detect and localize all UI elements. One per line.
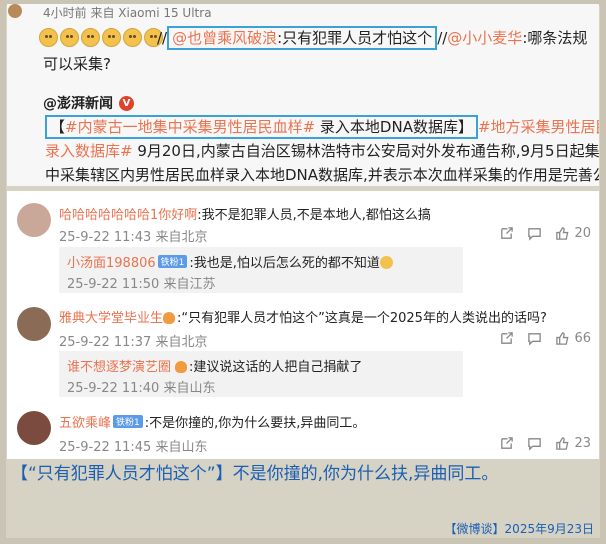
reply-box: 小汤面198806 铁粉1:我也是,怕以后怎么死的都不知道 25-9-22 11:… <box>59 247 463 293</box>
question-continuation: 可以采集? <box>43 55 111 73</box>
commenter-name[interactable]: 五欲乘峰 <box>59 416 111 431</box>
comment-icon[interactable] <box>526 226 542 241</box>
comment-time: 25-9-22 11:37 来自北京 <box>59 335 208 350</box>
like-button[interactable]: 66 <box>554 331 591 346</box>
repost-card: 4小时前 来自 Xiaomi 15 Ultra //@也曾乘风破浪:只有犯罪人员… <box>7 4 599 186</box>
repost-comment: //@也曾乘风破浪:只有犯罪人员才怕这个//@小小麦华:哪条法规 <box>157 26 588 50</box>
reply-body: 谁不想逐梦演艺圈 :建议说这话的人把自己捐献了 <box>67 356 362 375</box>
topic-link[interactable]: #内蒙古一地集中采集男性居民血样# <box>65 118 315 136</box>
like-icon <box>554 226 570 241</box>
reply-text: :建议说这话的人把自己捐献了 <box>189 360 363 375</box>
mention-link[interactable]: @也曾乘风破浪 <box>172 29 277 47</box>
commenter-name[interactable]: 雅典大学堂毕业生 <box>59 311 163 326</box>
like-count: 23 <box>574 436 591 451</box>
like-icon <box>554 331 570 346</box>
comment-actions: 66 <box>498 331 591 346</box>
reply-text: :我也是,怕以后怎么死的都不知道 <box>189 256 380 271</box>
highlighted-quote: @也曾乘风破浪:只有犯罪人员才怕这个 <box>167 26 438 50</box>
reply-time: 25-9-22 11:40 来自山东 <box>67 381 216 396</box>
headline-text: 录入本地DNA数据库 <box>315 118 458 136</box>
like-count: 20 <box>574 226 591 241</box>
fan-badge: 铁粉1 <box>157 255 188 268</box>
avatar[interactable] <box>17 307 51 341</box>
topic-link[interactable]: #地方采集男性居民血样 <box>478 118 599 136</box>
avatar[interactable] <box>17 203 51 237</box>
mention-link[interactable]: @小小麦华 <box>447 29 522 47</box>
replier-name[interactable]: 小汤面198806 <box>67 256 156 271</box>
footer-source: 【微博谈】2025年9月23日 <box>444 522 594 536</box>
news-body: 录入数据库# 9月20日,内蒙古自治区锡林浩特市公安局对外发布通告称,9月5日起… <box>45 140 599 161</box>
emoji-icon <box>379 256 393 269</box>
caption-text: 【“只有犯罪人员才怕这个”】不是你撞的,你为什么扶,异曲同工。 <box>11 464 499 484</box>
smile-emoji-icon <box>81 28 100 47</box>
topic-link[interactable]: 录入数据库# <box>45 142 133 160</box>
bracket: 【 <box>50 118 66 136</box>
poster-avatar <box>8 4 22 18</box>
smile-emoji-icon <box>102 28 121 47</box>
bracket: 】 <box>457 118 473 136</box>
verified-badge-icon: V <box>119 95 134 111</box>
comment-body: 五欲乘峰 铁粉1:不是你撞的,你为什么要扶,异曲同工。 <box>59 412 365 431</box>
emoji-row <box>39 28 163 47</box>
comment-icon[interactable] <box>526 331 542 346</box>
share-icon[interactable] <box>498 331 514 346</box>
like-icon <box>554 436 570 451</box>
slash-separator: // <box>157 29 168 47</box>
question-text: :哪条法规 <box>522 29 588 47</box>
reply-time: 25-9-22 11:50 来自江苏 <box>67 277 216 292</box>
like-button[interactable]: 20 <box>554 226 591 241</box>
smile-emoji-icon <box>39 28 58 47</box>
comment-body: 雅典大学堂毕业生 :“只有犯罪人员才怕这个”这真是一个2025年的人类说出的话吗? <box>59 307 547 326</box>
source-name[interactable]: @澎湃新闻 <box>43 93 113 113</box>
comment-actions: 20 <box>498 226 591 241</box>
post-meta: 4小时前 来自 Xiaomi 15 Ultra <box>43 6 212 20</box>
comment-body: 哈哈哈哈哈哈哈1你好啊:我不是犯罪人员,不是本地人,都怕这么搞 <box>59 204 431 223</box>
share-icon[interactable] <box>498 226 514 241</box>
commenter-name[interactable]: 哈哈哈哈哈哈哈1你好啊 <box>59 208 197 223</box>
highlighted-headline: 【#内蒙古一地集中采集男性居民血样# 录入本地DNA数据库】 <box>45 115 478 139</box>
comment-time: 25-9-22 11:43 来自北京 <box>59 230 208 245</box>
news-headline: 【#内蒙古一地集中采集男性居民血样# 录入本地DNA数据库】#地方采集男性居民血… <box>45 115 599 139</box>
quote-text: :只有犯罪人员才怕这个 <box>277 29 433 47</box>
reply-box: 谁不想逐梦演艺圈 :建议说这话的人把自己捐献了 25-9-22 11:40 来自山… <box>59 351 463 397</box>
slash-separator: // <box>437 29 448 47</box>
smile-emoji-icon <box>60 28 79 47</box>
comments-panel: 哈哈哈哈哈哈哈1你好啊:我不是犯罪人员,不是本地人,都怕这么搞 25-9-22 … <box>7 191 599 459</box>
reply-body: 小汤面198806 铁粉1:我也是,怕以后怎么死的都不知道 <box>67 252 393 271</box>
news-body: 中采集辖区内男性居民血样录入本地DNA数据库,并表示本次血样采集的作用是完善公 <box>45 166 599 184</box>
fire-icon <box>175 361 188 373</box>
avatar[interactable] <box>17 411 51 445</box>
comment-icon[interactable] <box>526 436 542 451</box>
comment-text: :“只有犯罪人员才怕这个”这真是一个2025年的人类说出的话吗? <box>177 311 547 326</box>
smile-emoji-icon <box>123 28 142 47</box>
fire-icon <box>163 312 176 324</box>
replier-name[interactable]: 谁不想逐梦演艺圈 <box>67 360 171 375</box>
news-body-text: 9月20日,内蒙古自治区锡林浩特市公安局对外发布通告称,9月5日起集 <box>132 142 599 160</box>
comment-text: :不是你撞的,你为什么要扶,异曲同工。 <box>144 416 366 431</box>
like-button[interactable]: 23 <box>554 436 591 451</box>
comment-text: :我不是犯罪人员,不是本地人,都怕这么搞 <box>197 208 431 223</box>
comment-time: 25-9-22 11:45 来自山东 <box>59 440 208 455</box>
comment-actions: 23 <box>498 436 591 451</box>
source-account[interactable]: @澎湃新闻 V <box>43 93 134 113</box>
fan-badge: 铁粉1 <box>113 415 143 428</box>
share-icon[interactable] <box>498 436 514 451</box>
like-count: 66 <box>574 331 591 346</box>
